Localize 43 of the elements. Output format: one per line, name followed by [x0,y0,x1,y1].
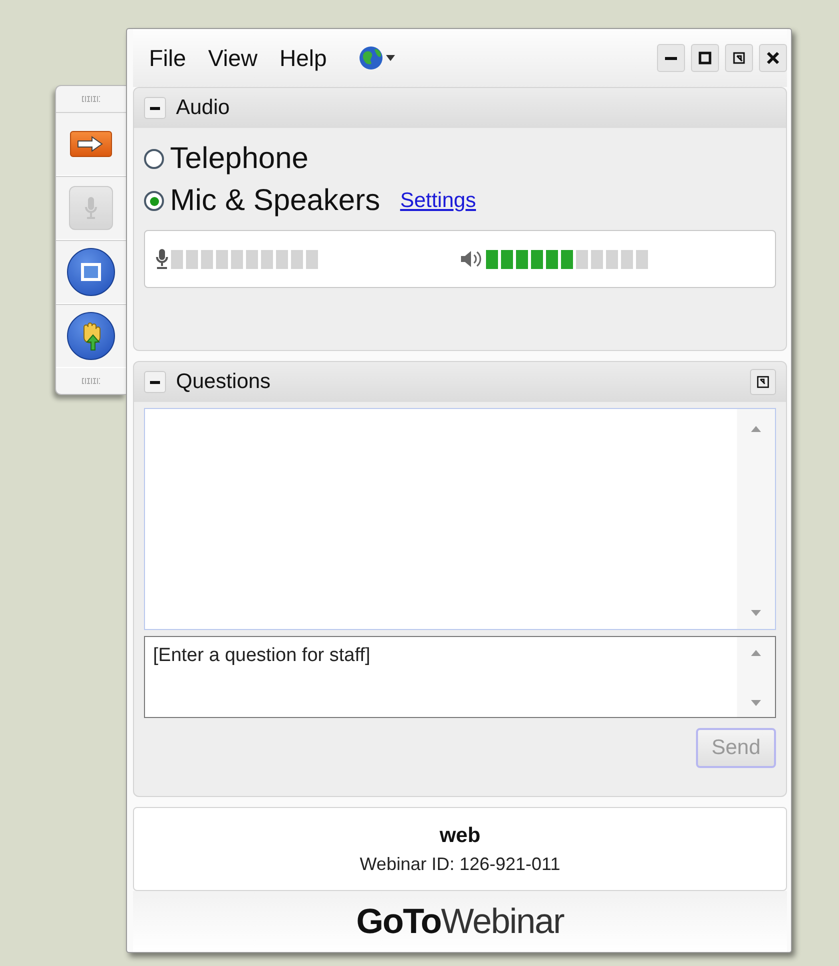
hide-panel-button[interactable] [70,131,112,157]
language-menu-button[interactable] [358,45,395,71]
webinar-id: Webinar ID: 126-921-011 [360,854,560,874]
collapse-button[interactable] [144,371,166,393]
panel-title: Audio [176,96,230,120]
scroll-down-arrow-icon[interactable] [750,699,762,707]
menu-item[interactable]: View [208,44,258,72]
scroll-up-arrow-icon[interactable] [750,649,762,657]
scroll-up-arrow-icon[interactable] [750,425,762,433]
radio-button[interactable] [144,149,164,169]
scrollbar[interactable] [737,637,775,717]
raise-hand-button[interactable] [67,312,115,360]
minimize-icon [665,56,677,60]
settings-link[interactable]: Settings [400,189,476,213]
maximize-icon [697,50,713,66]
radio-label: Mic & Speakers [170,184,380,218]
drag-handle[interactable] [82,96,100,102]
radio-label: Telephone [170,142,308,176]
speaker-icon [460,249,484,269]
microphone-icon [84,196,98,220]
globe-icon [358,45,383,71]
restore-button[interactable] [725,44,753,72]
menu-item[interactable]: File [149,44,186,72]
caret-icon [386,55,395,61]
maximize-button[interactable] [691,44,719,72]
screen-icon [81,263,101,281]
radio-button[interactable] [144,191,164,211]
scrollbar[interactable] [737,409,775,629]
close-button[interactable] [759,44,787,72]
share-screen-button[interactable] [67,248,115,296]
scroll-down-arrow-icon[interactable] [750,609,762,617]
pop-out-icon [756,375,770,389]
close-icon [765,50,781,66]
pop-out-button[interactable] [750,369,776,395]
menu-item[interactable]: Help [280,44,327,72]
drag-handle[interactable] [82,378,100,384]
restore-icon [731,50,747,66]
microphone-icon [155,248,169,270]
minimize-button[interactable] [657,44,685,72]
brand-logo: GoToWebinar [356,902,564,942]
panel-title: Questions [176,370,271,394]
collapse-button[interactable] [144,97,166,119]
organizer-name: web [440,824,480,848]
